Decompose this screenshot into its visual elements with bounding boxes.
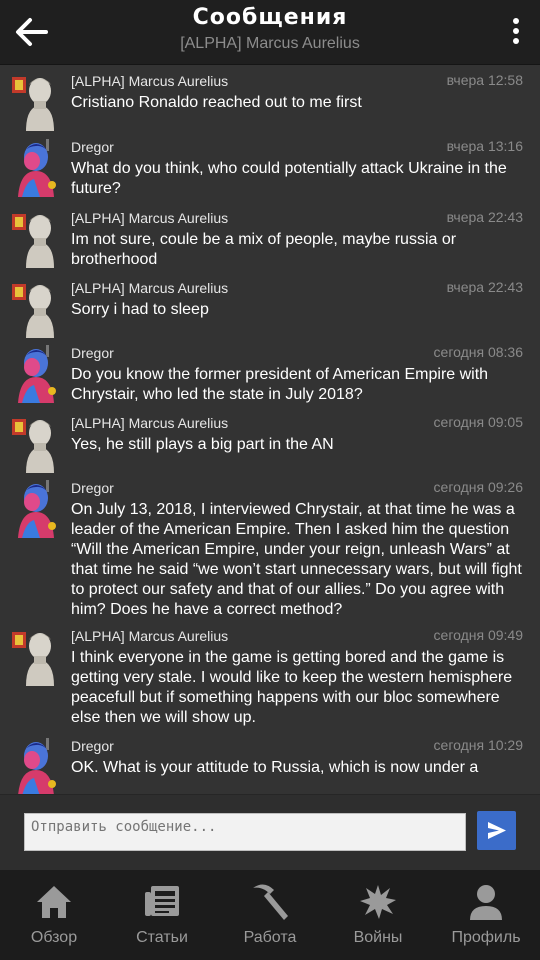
colorful-portrait-avatar[interactable] <box>12 137 60 197</box>
nav-item-profile[interactable]: Профиль <box>432 870 540 960</box>
more-menu-button[interactable] <box>508 14 524 50</box>
message-input[interactable] <box>24 813 466 851</box>
message-author[interactable]: [ALPHA] Marcus Aurelius <box>71 73 228 89</box>
message-composer <box>0 794 540 871</box>
statue-avatar[interactable] <box>12 413 60 473</box>
nav-item-articles[interactable]: Статьи <box>108 870 216 960</box>
nav-label: Обзор <box>30 929 78 946</box>
home-icon <box>37 886 71 918</box>
nav-label: Статьи <box>136 929 188 946</box>
send-button[interactable] <box>477 811 516 850</box>
message-time: вчера 12:58 <box>446 72 523 88</box>
explosion-icon <box>360 885 396 919</box>
message-list[interactable]: [ALPHA] Marcus Aurelius вчера 12:58 Cris… <box>0 65 540 794</box>
message-author[interactable]: Dregor <box>71 738 114 754</box>
message-time: сегодня 09:26 <box>433 479 523 495</box>
message-time: сегодня 10:29 <box>433 737 523 753</box>
message-text: On July 13, 2018, I interviewed Chrystai… <box>71 501 522 618</box>
message-text: Yes, he still plays a big part in the AN <box>71 436 334 453</box>
nav-item-work[interactable]: Работа <box>216 870 324 960</box>
message-author[interactable]: [ALPHA] Marcus Aurelius <box>71 210 228 226</box>
page-title: Сообщения <box>192 5 348 30</box>
message-text: Im not sure, coule be a mix of people, m… <box>71 231 457 268</box>
nav-label: Работа <box>243 929 297 946</box>
message-time: вчера 13:16 <box>446 138 523 154</box>
newspaper-icon <box>145 886 179 916</box>
message-text: OK. What is your attitude to Russia, whi… <box>71 759 479 776</box>
nav-label: Профиль <box>451 929 521 946</box>
message-text: Sorry i had to sleep <box>71 301 209 318</box>
more-vertical-icon <box>513 18 519 44</box>
person-icon <box>470 885 502 920</box>
colorful-portrait-avatar[interactable] <box>12 478 60 538</box>
message-text: What do you think, who could potentially… <box>71 160 507 197</box>
message-time: сегодня 09:05 <box>433 414 523 430</box>
colorful-portrait-avatar[interactable] <box>12 343 60 403</box>
conversation-partner-name: [ALPHA] Marcus Aurelius <box>180 35 360 52</box>
message-time: сегодня 09:49 <box>433 627 523 643</box>
message-text: Do you know the former president of Amer… <box>71 366 489 403</box>
send-icon <box>488 822 506 839</box>
bottom-navigation: Обзор Статьи Работа Войны Профиль <box>0 870 540 960</box>
pickaxe-icon <box>253 884 288 920</box>
colorful-portrait-avatar[interactable] <box>12 736 60 794</box>
message-author[interactable]: [ALPHA] Marcus Aurelius <box>71 280 228 296</box>
nav-item-overview[interactable]: Обзор <box>0 870 108 960</box>
statue-avatar[interactable] <box>12 71 60 131</box>
message-author[interactable]: Dregor <box>71 139 114 155</box>
statue-avatar[interactable] <box>12 278 60 338</box>
message-author[interactable]: [ALPHA] Marcus Aurelius <box>71 415 228 431</box>
nav-item-wars[interactable]: Войны <box>324 870 432 960</box>
message-text: I think everyone in the game is getting … <box>71 649 513 726</box>
message-text: Cristiano Ronaldo reached out to me firs… <box>71 94 362 111</box>
message-time: сегодня 08:36 <box>433 344 523 360</box>
statue-avatar[interactable] <box>12 626 60 686</box>
message-author[interactable]: Dregor <box>71 480 114 496</box>
message-author[interactable]: [ALPHA] Marcus Aurelius <box>71 628 228 644</box>
message-time: вчера 22:43 <box>446 279 523 295</box>
message-time: вчера 22:43 <box>446 209 523 225</box>
message-author[interactable]: Dregor <box>71 345 114 361</box>
statue-avatar[interactable] <box>12 208 60 268</box>
nav-label: Войны <box>353 929 403 946</box>
app-header: Сообщения [ALPHA] Marcus Aurelius <box>0 0 540 65</box>
